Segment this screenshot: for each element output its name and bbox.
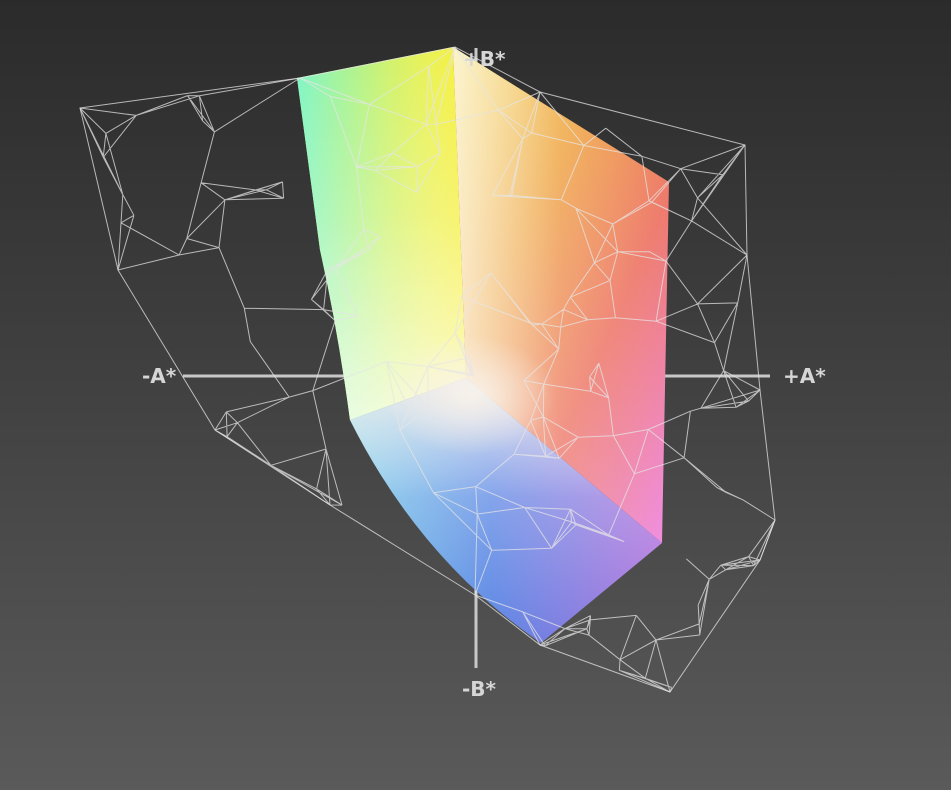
axis-label-plus-a: +A* <box>783 364 826 388</box>
gamut-diagram: +B* -B* +A* -A* <box>79 46 826 701</box>
axis-label-minus-a: -A* <box>142 364 177 388</box>
axis-label-minus-b: -B* <box>462 677 497 701</box>
display-gamut-solid <box>297 47 669 643</box>
axis-label-plus-b: +B* <box>463 47 506 71</box>
white-point-glow <box>385 335 555 455</box>
